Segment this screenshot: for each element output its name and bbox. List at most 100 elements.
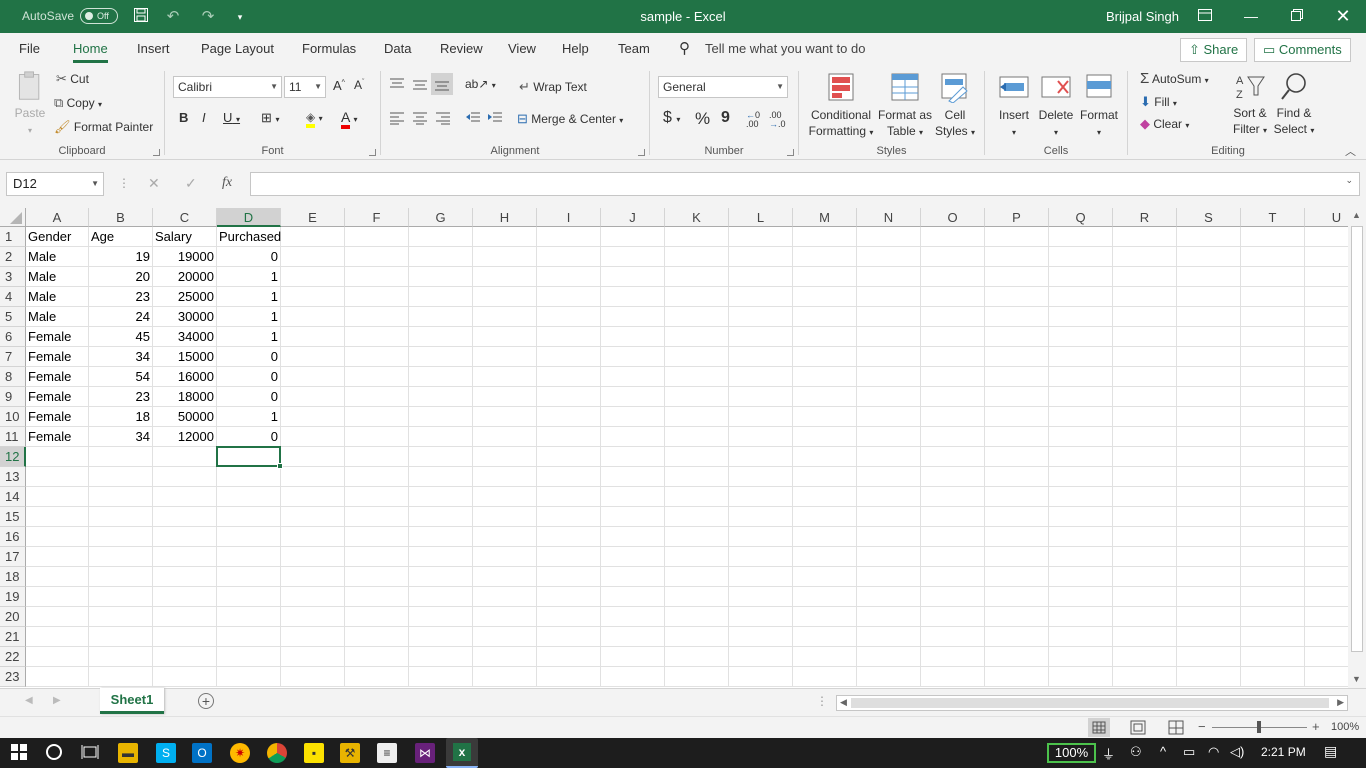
shrink-font-button[interactable]: Aˇ [354,78,364,92]
cell-j18[interactable] [601,567,665,587]
cell-q7[interactable] [1049,347,1113,367]
share-button[interactable]: ⇧ Share [1180,38,1248,62]
cell-q11[interactable] [1049,427,1113,447]
cell-k15[interactable] [665,507,729,527]
cell-m13[interactable] [793,467,857,487]
cell-p9[interactable] [985,387,1049,407]
cell-b3[interactable]: 20 [89,267,153,287]
cell-a5[interactable]: Male [26,307,89,327]
horizontal-scroll-thumb[interactable] [851,698,1329,708]
cell-f23[interactable] [345,667,409,687]
cell-n23[interactable] [857,667,921,687]
cell-r6[interactable] [1113,327,1177,347]
column-header-k[interactable]: K [665,208,729,227]
cell-k16[interactable] [665,527,729,547]
outlook-icon[interactable]: O [192,743,212,763]
cell-e23[interactable] [281,667,345,687]
cell-s14[interactable] [1177,487,1241,507]
scroll-up-icon[interactable]: ▲ [1352,210,1361,220]
cell-c16[interactable] [153,527,217,547]
new-sheet-icon[interactable]: + [198,693,214,709]
cell-j3[interactable] [601,267,665,287]
bold-button[interactable]: B [179,110,188,125]
tab-file[interactable]: File [19,33,40,65]
cell-n7[interactable] [857,347,921,367]
people-icon[interactable]: ⚇ [1130,744,1142,760]
cell-t1[interactable] [1241,227,1305,247]
cell-l20[interactable] [729,607,793,627]
cell-r4[interactable] [1113,287,1177,307]
cell-q16[interactable] [1049,527,1113,547]
wrap-text-button[interactable]: ↵ Wrap Text [519,79,587,95]
cell-e18[interactable] [281,567,345,587]
cell-o11[interactable] [921,427,985,447]
cell-l7[interactable] [729,347,793,367]
cell-p1[interactable] [985,227,1049,247]
cell-p23[interactable] [985,667,1049,687]
cell-p12[interactable] [985,447,1049,467]
zoom-level[interactable]: 100% [1331,721,1359,733]
cell-b16[interactable] [89,527,153,547]
cell-c23[interactable] [153,667,217,687]
cell-d15[interactable] [217,507,281,527]
cell-g12[interactable] [409,447,473,467]
cell-l14[interactable] [729,487,793,507]
tab-page-layout[interactable]: Page Layout [201,33,274,65]
cell-s11[interactable] [1177,427,1241,447]
cell-e10[interactable] [281,407,345,427]
cell-q21[interactable] [1049,627,1113,647]
cell-o6[interactable] [921,327,985,347]
cell-d19[interactable] [217,587,281,607]
cell-n19[interactable] [857,587,921,607]
cell-o22[interactable] [921,647,985,667]
cell-r23[interactable] [1113,667,1177,687]
cell-j21[interactable] [601,627,665,647]
cell-b22[interactable] [89,647,153,667]
visual-studio-icon[interactable]: ⋈ [415,743,435,763]
cell-o3[interactable] [921,267,985,287]
cell-b17[interactable] [89,547,153,567]
cell-j7[interactable] [601,347,665,367]
row-header-15[interactable]: 15 [0,507,26,527]
cell-f5[interactable] [345,307,409,327]
cell-n4[interactable] [857,287,921,307]
cell-g13[interactable] [409,467,473,487]
row-header-23[interactable]: 23 [0,667,26,687]
cell-n10[interactable] [857,407,921,427]
row-header-4[interactable]: 4 [0,287,26,307]
cell-g3[interactable] [409,267,473,287]
cell-q20[interactable] [1049,607,1113,627]
cell-e17[interactable] [281,547,345,567]
find-select-button[interactable]: Find & Select ▾ [1272,71,1316,139]
cell-c21[interactable] [153,627,217,647]
copy-button[interactable]: ⧉ Copy ▾ [54,95,102,111]
cell-j16[interactable] [601,527,665,547]
cell-m2[interactable] [793,247,857,267]
cell-c4[interactable]: 25000 [153,287,217,307]
cell-t17[interactable] [1241,547,1305,567]
cell-e12[interactable] [281,447,345,467]
cell-j5[interactable] [601,307,665,327]
cell-n21[interactable] [857,627,921,647]
vertical-scroll-thumb[interactable] [1351,226,1363,652]
cell-r21[interactable] [1113,627,1177,647]
comma-button[interactable]: 9 [721,109,730,127]
cell-r5[interactable] [1113,307,1177,327]
restore-icon[interactable] [1274,0,1320,33]
tab-view[interactable]: View [508,33,536,65]
tab-review[interactable]: Review [440,33,483,65]
clock[interactable]: 2:21 PM [1261,745,1306,759]
format-painter-button[interactable]: 🖌 Format Painter [54,119,153,135]
cell-l23[interactable] [729,667,793,687]
wifi-icon[interactable]: ◠ [1208,744,1219,760]
tab-data[interactable]: Data [384,33,411,65]
cell-o8[interactable] [921,367,985,387]
cell-a11[interactable]: Female [26,427,89,447]
cell-q1[interactable] [1049,227,1113,247]
cell-m19[interactable] [793,587,857,607]
cell-r7[interactable] [1113,347,1177,367]
cell-l1[interactable] [729,227,793,247]
cell-l15[interactable] [729,507,793,527]
cell-a14[interactable] [26,487,89,507]
row-header-13[interactable]: 13 [0,467,26,487]
